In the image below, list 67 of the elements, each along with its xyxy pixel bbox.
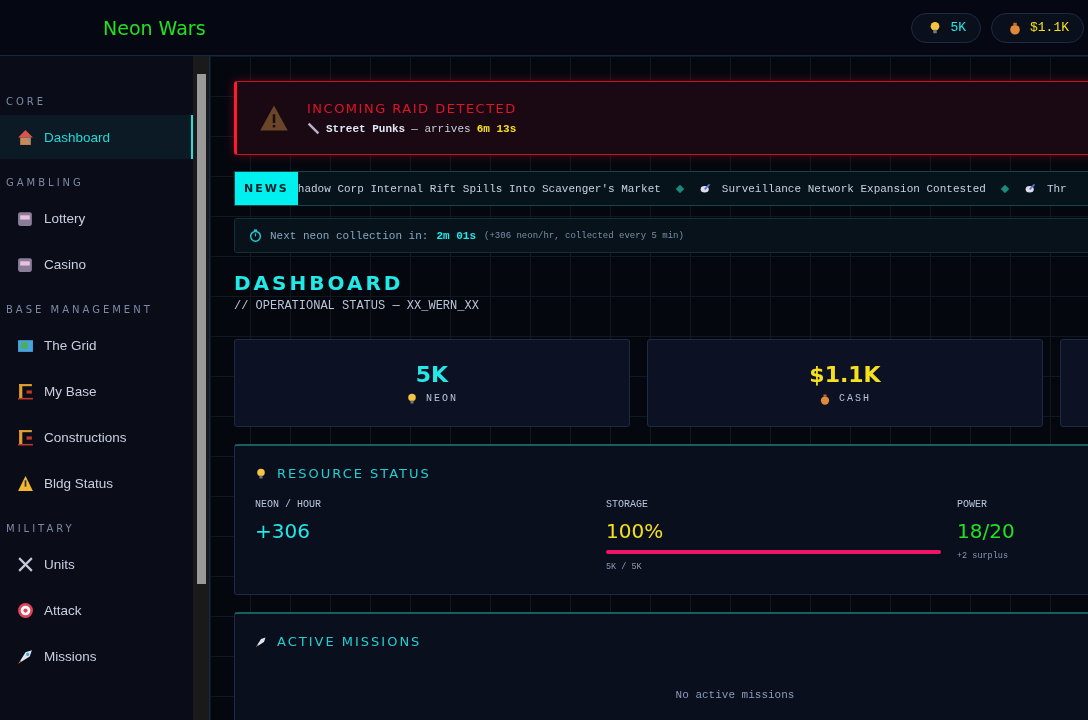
news-headline[interactable]: Surveillance Network Expansion Contested — [721, 182, 986, 195]
news-badge: NEWS — [235, 172, 298, 205]
sidebar-item[interactable]: My Base — [0, 369, 193, 413]
stopwatch-icon — [249, 229, 262, 242]
collection-label: Next neon collection in: — [270, 229, 429, 242]
slot-machine-icon — [17, 255, 34, 273]
collection-note: (+306 neon/hr, collected every 5 min) — [484, 230, 684, 241]
warning-icon — [259, 103, 289, 133]
crane-icon — [17, 428, 34, 446]
sidebar-item[interactable]: Missions — [0, 634, 193, 678]
metric-value: 18/20 — [957, 519, 1016, 543]
news-headline[interactable]: Thr — [1046, 182, 1067, 195]
lightbulb-icon — [255, 467, 267, 480]
sidebar-item[interactable]: The Grid — [0, 323, 193, 367]
resource-value: 5K — [950, 20, 966, 35]
stat-value: $1.1K — [809, 361, 881, 387]
sidebar-item[interactable]: Constructions — [0, 415, 193, 459]
eta-time: 6m 13s — [476, 122, 517, 135]
house-icon — [17, 128, 34, 146]
section-heading: GAMBLING — [5, 177, 85, 188]
metric-label: NEON / HOUR — [255, 499, 322, 510]
metric-value: +306 — [255, 519, 311, 543]
knife-icon — [307, 122, 320, 135]
sidebar-item[interactable]: Lottery — [0, 196, 193, 240]
news-headline[interactable]: hadow Corp Internal Rift Spills Into Scavenger's Market — [297, 182, 661, 195]
section-heading: CORE — [5, 96, 48, 107]
sidebar-item[interactable]: Dashboard — [0, 115, 193, 159]
swords-icon — [17, 555, 34, 573]
section-heading: MILITARY — [5, 523, 76, 534]
app-title: Neon Wars — [103, 16, 206, 39]
rocket-icon — [17, 647, 34, 665]
separator-icon — [675, 184, 685, 193]
scrollbar[interactable] — [193, 56, 210, 720]
stat-label: CASH — [839, 393, 871, 404]
alert-title: INCOMING RAID DETECTED — [307, 101, 517, 116]
sidebar-item[interactable]: Casino — [0, 242, 193, 286]
separator-icon — [1000, 184, 1010, 193]
metric-label: POWER — [957, 499, 988, 510]
money-bag-icon — [1008, 20, 1022, 35]
page-subtitle: // OPERATIONAL STATUS — XX_WERN_XX — [234, 299, 480, 313]
metric-note: 5K / 5K — [606, 562, 643, 572]
arrives-label: — arrives — [411, 122, 471, 135]
money-bag-icon — [819, 392, 831, 405]
lightbulb-icon — [406, 392, 418, 405]
page-title: DASHBOARD — [234, 271, 405, 295]
satellite-dish-icon — [698, 182, 712, 195]
sidebar-item[interactable]: Attack — [0, 588, 193, 632]
panel-title: RESOURCE STATUS — [277, 466, 431, 481]
sidebar-item[interactable]: Bldg Status — [0, 461, 193, 505]
section-heading: BASE MANAGEMENT — [5, 304, 154, 315]
attacker-name: Street Punks — [326, 122, 406, 135]
stat-label: NEON — [426, 393, 458, 404]
resource-value: $1.1K — [1030, 20, 1069, 35]
sidebar-item[interactable]: Units — [0, 542, 193, 586]
slot-machine-icon — [17, 209, 34, 227]
crane-icon — [17, 382, 34, 400]
warning-icon — [17, 474, 34, 492]
metric-value: 100% — [606, 519, 665, 543]
metric-label: STORAGE — [606, 499, 649, 510]
rocket-icon — [255, 635, 267, 648]
collection-timer: 2m 01s — [436, 229, 477, 242]
metric-note: +2 surplus — [957, 551, 1009, 561]
target-icon — [17, 601, 34, 619]
panel-title: ACTIVE MISSIONS — [277, 634, 422, 649]
empty-message: No active missions — [674, 689, 796, 701]
stat-value: 5K — [415, 361, 449, 387]
satellite-dish-icon — [1023, 182, 1037, 195]
